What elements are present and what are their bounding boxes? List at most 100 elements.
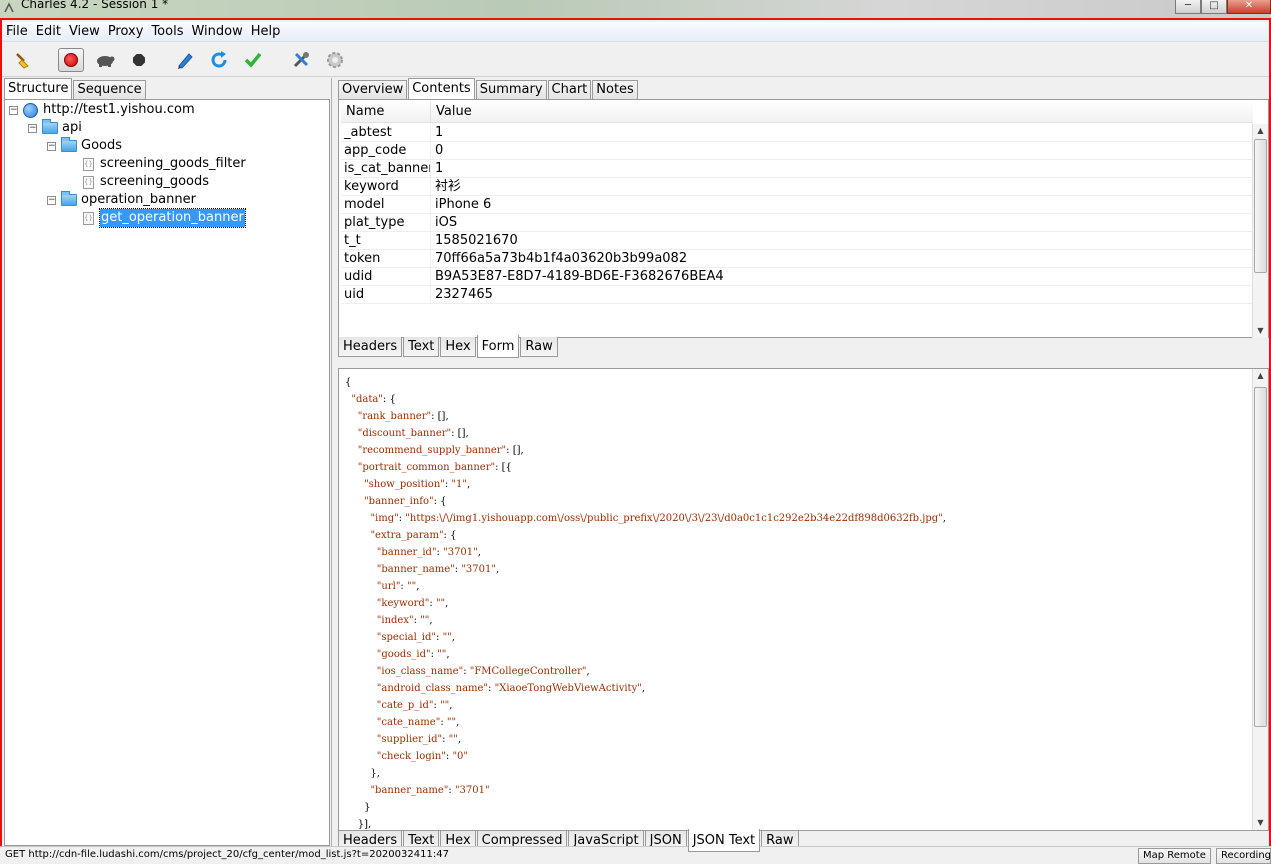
cell-value: 70ff66a5a73b4b1f4a03620b3b99a082 (435, 251, 688, 266)
recording-button[interactable]: Recording (1216, 848, 1271, 864)
menu-file[interactable]: File (2, 22, 32, 41)
tree-node-goods[interactable]: − Goods (47, 137, 122, 155)
structure-pane: Structure Sequence − http://test1.yishou… (2, 78, 332, 848)
json-line: "keyword": "", (376, 598, 449, 609)
cell-name: uid (341, 286, 431, 303)
table-row[interactable]: app_code 0 (341, 142, 1253, 160)
tree-label-screening-goods: screening_goods (100, 174, 210, 189)
scrollbar-thumb[interactable] (1254, 387, 1267, 727)
cell-value: 1 (435, 161, 444, 176)
cell-value: 1585021670 (435, 233, 518, 248)
cell-name: app_code (341, 142, 431, 159)
header-value[interactable]: Value (431, 101, 1253, 123)
tab-overview[interactable]: Overview (338, 80, 408, 99)
cell-value: B9A53E87-E8D7-4189-BD6E-F3682676BEA4 (435, 269, 724, 284)
table-row[interactable]: uid 2327465 (341, 286, 1253, 304)
table-row[interactable]: model iPhone 6 (341, 196, 1253, 214)
tab-chart[interactable]: Chart (547, 80, 592, 99)
menu-tools[interactable]: Tools (147, 22, 187, 41)
json-line: "discount_banner": [], (357, 428, 469, 439)
tree-label-host: http://test1.yishou.com (43, 102, 195, 117)
throttle-icon[interactable] (94, 49, 116, 71)
table-row[interactable]: udid B9A53E87-E8D7-4189-BD6E-F3682676BEA4 (341, 268, 1253, 286)
tree-label-goods: Goods (81, 138, 123, 153)
response-scrollbar[interactable]: ▲ ▼ (1252, 369, 1268, 830)
tab-request-headers[interactable]: Headers (338, 337, 403, 357)
menu-proxy[interactable]: Proxy (104, 22, 148, 41)
cell-name: is_cat_banner (341, 160, 431, 177)
tab-response-json-text[interactable]: JSON Text (687, 829, 761, 852)
record-button[interactable] (58, 48, 84, 72)
maximize-button[interactable]: □ (1201, 0, 1227, 14)
table-row[interactable]: _abtest 1 (341, 124, 1253, 142)
tab-summary[interactable]: Summary (475, 80, 547, 99)
json-line: "rank_banner": [], (357, 411, 449, 422)
structure-tree: − http://test1.yishou.com − api − Goods … (4, 99, 330, 846)
tab-request-form[interactable]: Form (476, 335, 520, 358)
tab-sequence[interactable]: Sequence (73, 80, 146, 99)
table-row[interactable]: plat_type iOS (341, 214, 1253, 232)
minimize-button[interactable]: ─ (1175, 0, 1201, 14)
collapse-icon[interactable]: − (47, 195, 56, 205)
scroll-down-icon[interactable]: ▼ (1253, 324, 1268, 338)
json-line: "portrait_common_banner": [{ (357, 462, 512, 473)
header-name[interactable]: Name (341, 101, 431, 123)
table-row[interactable]: keyword 衬衫 (341, 178, 1253, 196)
cell-name: _abtest (341, 124, 431, 141)
collapse-icon[interactable]: − (47, 141, 56, 151)
left-tabs: Structure Sequence (4, 78, 147, 99)
json-line: "ios_class_name": "FMCollegeController", (376, 666, 590, 677)
scrollbar-thumb[interactable] (1254, 139, 1267, 273)
tree-node-host[interactable]: − http://test1.yishou.com (9, 101, 195, 119)
tree-node-operation-banner[interactable]: − operation_banner (47, 191, 196, 209)
menu-help[interactable]: Help (247, 22, 285, 41)
tab-contents[interactable]: Contents (408, 78, 475, 99)
menu-window[interactable]: Window (187, 22, 246, 41)
scroll-down-icon[interactable]: ▼ (1253, 816, 1268, 830)
tree-node-screening-goods-filter[interactable]: {} screening_goods_filter (83, 155, 246, 173)
collapse-icon[interactable]: − (28, 123, 37, 133)
menu-edit[interactable]: Edit (32, 22, 65, 41)
check-icon[interactable] (242, 49, 264, 71)
cell-name: token (341, 250, 431, 267)
status-text: GET http://cdn-file.ludashi.com/cms/proj… (5, 849, 449, 860)
pen-icon[interactable] (174, 49, 196, 71)
tab-request-raw[interactable]: Raw (520, 337, 558, 357)
file-icon: {} (83, 175, 94, 189)
json-line: "cate_p_id": "", (376, 700, 453, 711)
tree-label-filter: screening_goods_filter (100, 156, 246, 171)
cell-value: 衬衫 (435, 179, 462, 194)
cell-name: plat_type (341, 214, 431, 231)
tree-node-screening-goods[interactable]: {} screening_goods (83, 173, 209, 191)
map-remote-button[interactable]: Map Remote (1138, 848, 1211, 864)
tree-node-api[interactable]: − api (28, 119, 82, 137)
json-line: { (345, 377, 352, 388)
broom-icon[interactable] (12, 49, 34, 71)
form-scrollbar[interactable]: ▲ ▼ (1252, 124, 1268, 338)
close-button[interactable]: ✕ (1227, 0, 1271, 14)
refresh-icon[interactable] (208, 49, 230, 71)
scroll-up-icon[interactable]: ▲ (1253, 369, 1268, 383)
tab-request-hex[interactable]: Hex (440, 337, 476, 357)
folder-icon (42, 119, 58, 134)
json-line: "url": "", (376, 581, 420, 592)
request-form-table: Name Value _abtest 1 app_code 0 is_cat_banne… (338, 99, 1269, 338)
tree-node-get-operation-banner[interactable]: {} get_operation_banner (83, 208, 246, 228)
collapse-icon[interactable]: − (9, 105, 18, 115)
window-title: Charles 4.2 - Session 1 * (21, 0, 169, 11)
table-row[interactable]: t_t 1585021670 (341, 232, 1253, 250)
table-row[interactable]: is_cat_banner 1 (341, 160, 1253, 178)
breakpoint-icon[interactable] (128, 49, 150, 71)
cell-name: udid (341, 268, 431, 285)
tab-structure[interactable]: Structure (4, 78, 73, 99)
settings-icon[interactable] (324, 49, 346, 71)
tools-icon[interactable] (290, 49, 312, 71)
scroll-up-icon[interactable]: ▲ (1253, 124, 1268, 138)
cell-name: model (341, 196, 431, 213)
menu-view[interactable]: View (65, 22, 104, 41)
globe-icon (23, 102, 38, 118)
cell-value: 0 (435, 143, 444, 158)
tab-request-text[interactable]: Text (403, 337, 440, 357)
tab-notes[interactable]: Notes (592, 80, 638, 99)
table-row[interactable]: token 70ff66a5a73b4b1f4a03620b3b99a082 (341, 250, 1253, 268)
